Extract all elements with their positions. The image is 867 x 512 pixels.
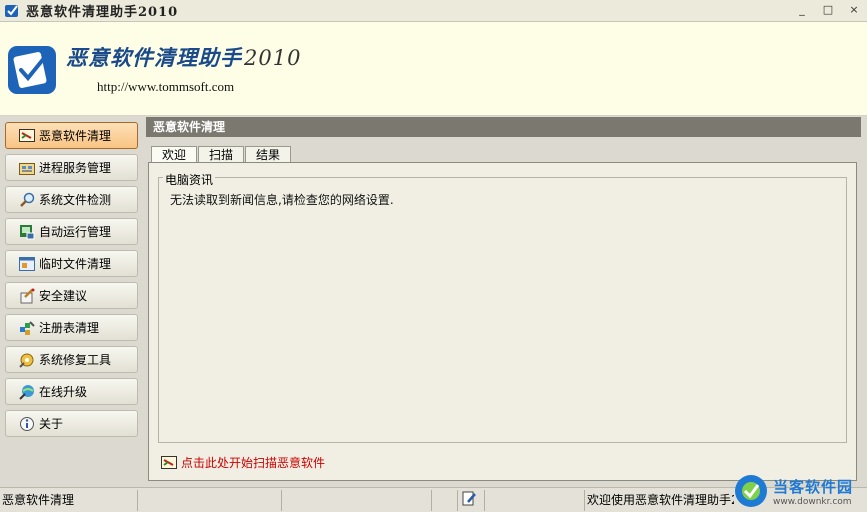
status-cell <box>281 490 431 511</box>
info-icon <box>18 416 35 431</box>
temp-files-icon <box>18 256 35 271</box>
status-cell <box>484 490 584 511</box>
close-button[interactable]: × <box>847 3 861 17</box>
tab-bar: 欢迎 扫描 结果 <box>151 146 292 163</box>
minimize-button[interactable]: _ <box>795 3 809 17</box>
process-service-icon <box>18 160 35 175</box>
malware-scan-icon <box>18 128 35 143</box>
status-cell <box>137 490 281 511</box>
website-url[interactable]: http://www.tommsoft.com <box>97 79 234 95</box>
window-title: 恶意软件清理助手2010 <box>26 5 179 20</box>
magnifier-icon <box>18 192 35 207</box>
sidebar-item-label: 关于 <box>39 417 64 431</box>
header-banner: 恶意软件清理助手2010 http://www.tommsoft.com <box>0 22 867 116</box>
tab-panel: 无法读取到新闻信息,请检查您的网络设置. 电脑资讯 点击此处开始扫描恶意软件 <box>148 162 857 481</box>
group-title: 电脑资讯 <box>163 171 216 188</box>
watermark-logo-icon <box>735 475 767 507</box>
sidebar-item-label: 注册表清理 <box>39 321 100 335</box>
watermark-url: www.downkr.com <box>773 496 852 507</box>
sidebar-item-process-service[interactable]: 进程服务管理 <box>5 154 138 181</box>
section-title: 恶意软件清理 <box>146 117 861 137</box>
sidebar: 恶意软件清理 进程服务管理 系统文件检测 自动运行管理 临时文件清理 安全建议 … <box>0 117 146 487</box>
main-content: 恶意软件清理 欢迎 扫描 结果 无法读取到新闻信息,请检查您的网络设置. 电脑资… <box>146 117 861 487</box>
sidebar-item-label: 进程服务管理 <box>39 161 112 175</box>
tab-scan[interactable]: 扫描 <box>198 146 245 163</box>
product-year: 2010 <box>244 46 302 70</box>
product-name: 恶意软件清理助手2010 <box>66 42 301 72</box>
repair-tool-icon <box>18 352 35 368</box>
online-update-icon <box>18 384 35 400</box>
sidebar-item-label: 系统修复工具 <box>39 353 112 367</box>
sidebar-item-temp-files[interactable]: 临时文件清理 <box>5 250 138 277</box>
watermark-name: 当客软件园 <box>773 477 854 496</box>
autorun-icon <box>18 224 35 239</box>
start-scan-link[interactable]: 点击此处开始扫描恶意软件 <box>161 454 325 471</box>
sidebar-item-autorun[interactable]: 自动运行管理 <box>5 218 138 245</box>
status-welcome: 欢迎使用恶意软件清理助手2010 <box>584 490 734 511</box>
sidebar-item-label: 系统文件检测 <box>39 193 112 207</box>
security-advice-icon <box>18 288 35 303</box>
sidebar-item-repair-tools[interactable]: 系统修复工具 <box>5 346 138 373</box>
site-watermark: 当客软件园 www.downkr.com <box>733 470 867 512</box>
malware-scan-icon <box>161 455 177 470</box>
product-name-text: 恶意软件清理助手 <box>66 45 242 70</box>
sidebar-item-label: 临时文件清理 <box>39 257 112 271</box>
sidebar-item-label: 在线升级 <box>39 385 88 399</box>
app-logo <box>7 45 57 95</box>
start-scan-label: 点击此处开始扫描恶意软件 <box>181 456 326 470</box>
tab-results[interactable]: 结果 <box>245 146 292 163</box>
registry-icon <box>18 320 35 335</box>
app-icon <box>4 3 20 19</box>
sidebar-item-registry-cleanup[interactable]: 注册表清理 <box>5 314 138 341</box>
news-message: 无法读取到新闻信息,请检查您的网络设置. <box>170 193 394 207</box>
tab-welcome[interactable]: 欢迎 <box>151 146 198 163</box>
status-edit-cell <box>457 490 484 511</box>
sidebar-item-label: 自动运行管理 <box>39 225 112 239</box>
sidebar-item-label: 安全建议 <box>39 289 88 303</box>
title-bar: 恶意软件清理助手2010 _ □ × <box>0 0 867 22</box>
status-cell <box>431 490 457 511</box>
maximize-button[interactable]: □ <box>821 3 835 17</box>
sidebar-item-label: 恶意软件清理 <box>39 129 112 143</box>
sidebar-item-security-advice[interactable]: 安全建议 <box>5 282 138 309</box>
sidebar-item-malware-cleanup[interactable]: 恶意软件清理 <box>5 122 138 149</box>
sidebar-item-system-file-check[interactable]: 系统文件检测 <box>5 186 138 213</box>
status-left: 恶意软件清理 <box>2 493 75 507</box>
edit-icon <box>462 491 476 506</box>
sidebar-item-about[interactable]: 关于 <box>5 410 138 437</box>
news-group: 无法读取到新闻信息,请检查您的网络设置. <box>158 177 847 443</box>
sidebar-item-online-update[interactable]: 在线升级 <box>5 378 138 405</box>
